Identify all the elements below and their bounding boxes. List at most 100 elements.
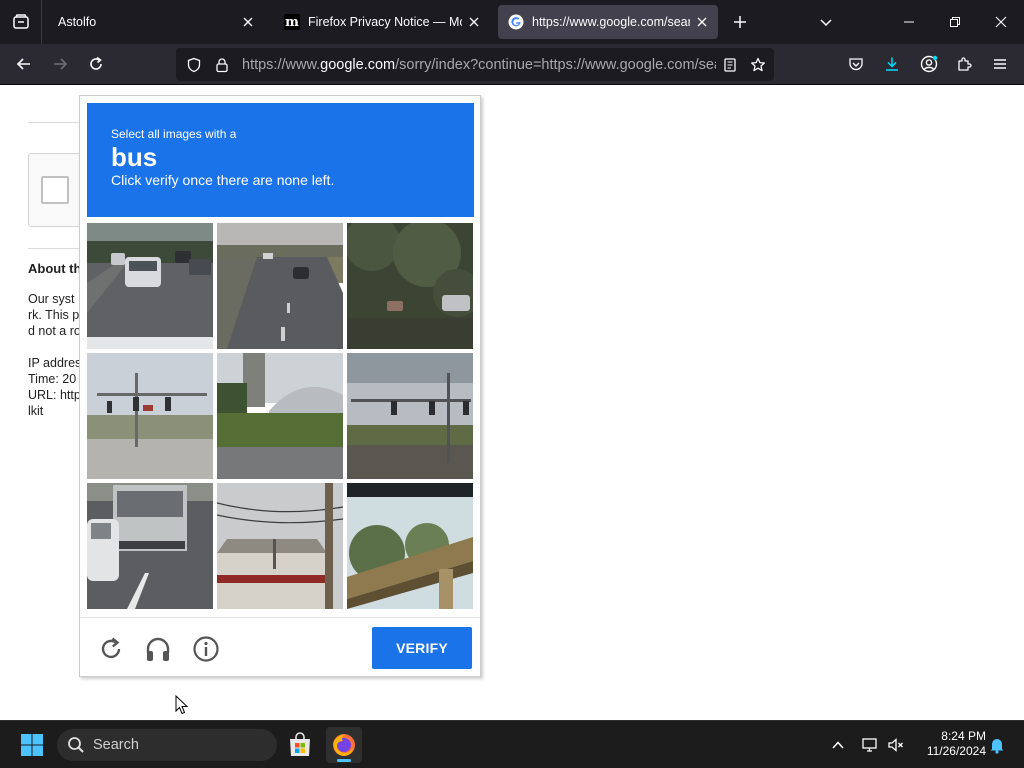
bookmark-star-icon[interactable] — [744, 51, 772, 79]
search-label: Search — [93, 737, 139, 753]
help-button[interactable] — [189, 632, 223, 666]
tab-close-button[interactable] — [236, 10, 260, 34]
plus-icon — [734, 16, 746, 28]
hamburger-menu-icon — [994, 59, 1006, 69]
tab-title: Astolfo — [58, 15, 97, 29]
mouse-cursor-icon — [175, 694, 189, 720]
firefox-view-button[interactable] — [0, 0, 42, 44]
recaptcha-challenge-dialog: Select all images with a bus Click verif… — [79, 95, 481, 677]
image-grid — [87, 223, 474, 610]
clock-date: 11/26/2024 — [926, 744, 986, 758]
about-text-line: rk. This p — [28, 308, 80, 322]
image-tile[interactable] — [217, 353, 343, 479]
back-button[interactable] — [9, 50, 39, 78]
reload-challenge-button[interactable] — [94, 632, 128, 666]
close-icon — [697, 17, 707, 27]
mozilla-favicon-icon: m — [284, 14, 300, 30]
extensions-button[interactable] — [949, 50, 979, 78]
pocket-button[interactable] — [841, 50, 871, 78]
close-icon — [995, 16, 1007, 28]
reader-view-icon[interactable] — [716, 51, 744, 79]
about-heading: About th — [28, 261, 82, 276]
reload-button[interactable] — [81, 50, 111, 78]
forward-button[interactable] — [45, 50, 75, 78]
im-not-a-robot-checkbox[interactable] — [41, 176, 69, 204]
microsoft-store-icon — [290, 732, 310, 756]
url-path: /sorry/index?continue=https://www.google… — [395, 56, 716, 73]
pocket-icon — [849, 58, 863, 71]
speaker-muted-icon — [888, 738, 903, 752]
info-line-time: Time: 20 — [28, 372, 77, 386]
url-text[interactable]: https://www.google.com/sorry/index?conti… — [242, 57, 716, 73]
system-clock[interactable]: 8:24 PM 11/26/2024 — [914, 729, 986, 759]
minimize-button[interactable] — [886, 0, 932, 44]
image-tile[interactable] — [347, 483, 473, 609]
taskbar-search-box[interactable]: Search — [57, 729, 277, 761]
arrow-right-icon — [54, 58, 68, 70]
show-hidden-icons-button[interactable] — [826, 733, 850, 757]
network-status-button[interactable] — [858, 733, 882, 757]
taskbar-store-app[interactable] — [282, 727, 318, 763]
restore-button[interactable] — [932, 0, 978, 44]
start-button[interactable] — [14, 727, 50, 763]
network-icon — [862, 738, 877, 752]
reload-icon — [101, 637, 121, 659]
image-tile[interactable] — [217, 483, 343, 609]
info-line-url: URL: http — [28, 388, 81, 402]
app-menu-button[interactable] — [985, 50, 1015, 78]
image-tile[interactable] — [87, 223, 213, 349]
info-line-extra: lkit — [28, 404, 44, 418]
url-host: google.com — [320, 56, 396, 73]
close-icon — [469, 17, 479, 27]
downloads-button[interactable] — [877, 50, 907, 78]
image-tile[interactable] — [217, 223, 343, 349]
chevron-up-icon — [832, 741, 844, 749]
challenge-header: Select all images with a bus Click verif… — [87, 103, 474, 217]
tab-title: https://www.google.com/search — [532, 15, 690, 29]
minimize-icon — [904, 21, 914, 23]
lock-icon[interactable] — [208, 51, 236, 79]
info-icon — [193, 636, 219, 662]
close-window-button[interactable] — [978, 0, 1024, 44]
challenge-footer: VERIFY — [80, 617, 480, 677]
about-text-line: Our syst — [28, 292, 75, 306]
image-tile[interactable] — [347, 223, 473, 349]
notifications-button[interactable] — [985, 733, 1009, 757]
restore-icon — [950, 17, 960, 27]
account-button[interactable] — [914, 50, 944, 78]
image-tile[interactable] — [87, 353, 213, 479]
bell-icon — [990, 739, 1004, 754]
challenge-instruction: Click verify once there are none left. — [111, 172, 335, 188]
url-bar[interactable]: https://www.google.com/sorry/index?conti… — [176, 48, 774, 81]
tab-google[interactable]: https://www.google.com/search — [498, 5, 718, 39]
close-icon — [243, 17, 253, 27]
new-tab-button[interactable] — [728, 10, 752, 34]
tab-close-button[interactable] — [462, 10, 486, 34]
tab-title: Firefox Privacy Notice — Mozilla — [308, 15, 462, 29]
windows-logo-icon — [21, 734, 43, 756]
clock-time: 8:24 PM — [941, 729, 986, 743]
active-app-indicator — [337, 759, 351, 762]
firefox-icon — [333, 734, 355, 756]
taskbar: Search 8:24 PM 11/26/2024 — [0, 720, 1024, 768]
download-icon — [886, 57, 898, 71]
image-tile[interactable] — [347, 353, 473, 479]
tab-astolfo[interactable]: Astolfo — [44, 5, 264, 39]
verify-button[interactable]: VERIFY — [372, 627, 472, 669]
url-prefix: https://www. — [242, 56, 321, 73]
taskbar-firefox-app[interactable] — [326, 727, 362, 763]
tab-close-button[interactable] — [690, 10, 714, 34]
headphones-icon — [146, 637, 170, 661]
tab-strip: Astolfo m Firefox Privacy Notice — Mozil… — [0, 0, 1024, 44]
volume-button[interactable] — [884, 733, 908, 757]
search-icon — [67, 736, 85, 754]
navigation-toolbar: https://www.google.com/sorry/index?conti… — [0, 44, 1024, 85]
about-text-line: d not a ro — [28, 324, 81, 338]
list-all-tabs-button[interactable] — [814, 10, 838, 34]
tab-firefox-privacy[interactable]: m Firefox Privacy Notice — Mozilla — [274, 5, 490, 39]
audio-challenge-button[interactable] — [141, 632, 175, 666]
image-tile[interactable] — [87, 483, 213, 609]
account-icon — [920, 55, 938, 73]
firefox-view-icon — [12, 14, 29, 29]
shield-icon[interactable] — [180, 51, 208, 79]
